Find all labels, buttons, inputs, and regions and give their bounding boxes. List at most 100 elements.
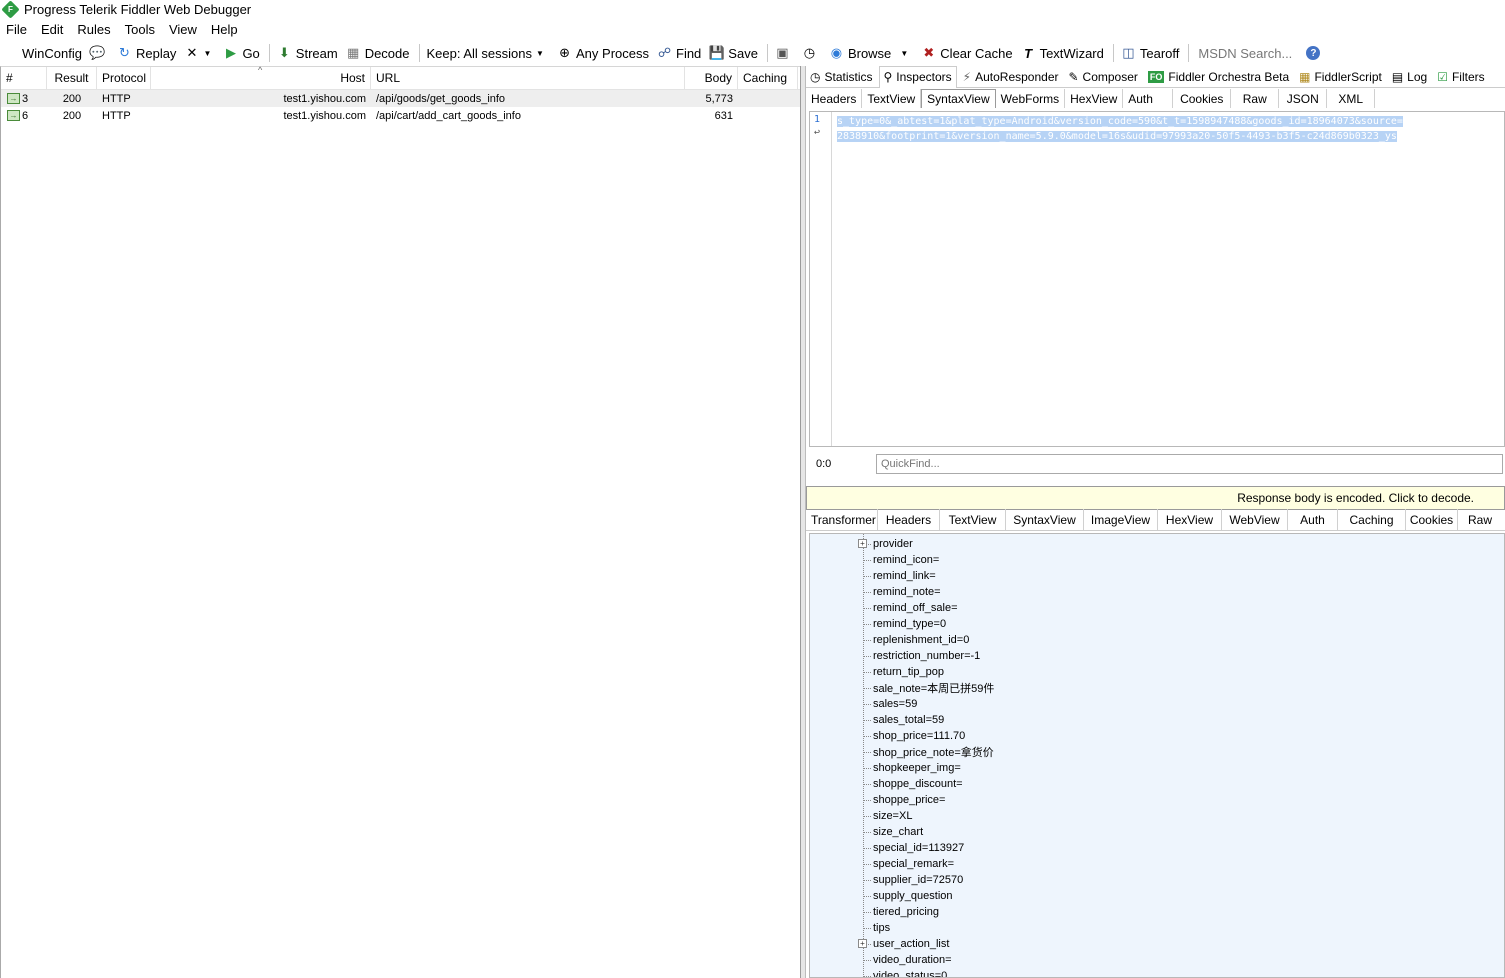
resp-tab-webview[interactable]: WebView — [1222, 509, 1288, 530]
save-button[interactable]: 💾 Save — [709, 45, 758, 61]
decode-button[interactable]: ▦ Decode — [346, 45, 409, 61]
tab-inspectors[interactable]: ⚲ Inspectors — [878, 65, 957, 88]
request-body-editor[interactable]: 1 ↩ s_type=0&_abtest=1&plat_type=Android… — [809, 111, 1505, 447]
screenshot-button[interactable]: ▣ — [775, 45, 794, 61]
menu-edit[interactable]: Edit — [41, 22, 63, 37]
any-process-button[interactable]: ⊕ Any Process — [557, 45, 649, 61]
tab-autoresponder[interactable]: ⚡ AutoResponder — [959, 66, 1063, 88]
resp-tab-caching[interactable]: Caching — [1338, 509, 1406, 530]
menu-tools[interactable]: Tools — [125, 22, 155, 37]
comment-button[interactable]: 💬 — [89, 45, 109, 61]
replay-button[interactable]: ↻ Replay — [117, 45, 176, 61]
req-tab-auth[interactable]: Auth — [1123, 89, 1174, 108]
column-result[interactable]: Result — [47, 67, 97, 89]
tree-node[interactable]: remind_note= — [810, 584, 1504, 600]
tab-fiddlerscript[interactable]: ▦ FiddlerScript — [1295, 66, 1386, 88]
tree-node[interactable]: supplier_id=72570 — [810, 872, 1504, 888]
tearoff-button[interactable]: ◫ Tearoff — [1121, 45, 1179, 61]
req-tab-webforms[interactable]: WebForms — [996, 89, 1066, 108]
resp-tab-hexview[interactable]: HexView — [1158, 509, 1222, 530]
tab-filters[interactable]: ☑ Filters — [1433, 66, 1488, 88]
tab-log[interactable]: ▤ Log — [1388, 66, 1431, 88]
column-protocol[interactable]: Protocol — [97, 67, 151, 89]
resp-tab-textview[interactable]: TextView — [940, 509, 1006, 530]
tree-node[interactable]: size=XL — [810, 808, 1504, 824]
textwizard-button[interactable]: T TextWizard — [1021, 46, 1104, 61]
tree-node[interactable]: special_id=113927 — [810, 840, 1504, 856]
tree-node[interactable]: tips — [810, 920, 1504, 936]
tree-node[interactable]: return_tip_pop — [810, 664, 1504, 680]
session-row[interactable]: → 6 200 HTTP test1.yishou.com /api/cart/a… — [1, 107, 800, 124]
clear-cache-button[interactable]: ✖ Clear Cache — [921, 45, 1012, 61]
tree-node[interactable]: remind_link= — [810, 568, 1504, 584]
sort-caret-icon: ^ — [258, 65, 263, 75]
tab-statistics[interactable]: ◷ Statistics — [806, 66, 877, 88]
tree-node[interactable]: sales_total=59 — [810, 712, 1504, 728]
winconfig-button[interactable]: WinConfig — [3, 46, 82, 61]
resp-tab-headers[interactable]: Headers — [878, 509, 940, 530]
keep-sessions-dropdown[interactable]: Keep: All sessions ▼ — [427, 46, 550, 61]
expand-icon[interactable]: + — [858, 939, 867, 948]
msdn-search-input[interactable]: MSDN Search... — [1196, 44, 1296, 62]
go-button[interactable]: ▶ Go — [223, 45, 260, 61]
tree-node[interactable]: shop_price_note=拿货价 — [810, 744, 1504, 760]
column-caching[interactable]: Caching — [738, 67, 798, 89]
menu-view[interactable]: View — [169, 22, 197, 37]
req-tab-syntaxview[interactable]: SyntaxView — [921, 89, 996, 108]
tree-node[interactable]: sales=59 — [810, 696, 1504, 712]
req-tab-cookies[interactable]: Cookies — [1173, 89, 1232, 108]
browse-button[interactable]: ◉ Browse ▼ — [829, 45, 913, 61]
session-row[interactable]: → 3 200 HTTP test1.yishou.com /api/goods/… — [1, 90, 800, 107]
req-tab-headers[interactable]: Headers — [806, 89, 863, 108]
sessions-header: # Result Protocol Host URL Body Caching … — [1, 65, 800, 90]
tree-node[interactable]: + provider — [810, 536, 1504, 552]
menu-help[interactable]: Help — [211, 22, 238, 37]
tree-node[interactable]: remind_off_sale= — [810, 600, 1504, 616]
help-icon[interactable]: ? — [1306, 46, 1321, 60]
expand-icon[interactable]: + — [858, 539, 867, 548]
menu-file[interactable]: File — [6, 22, 27, 37]
column-body[interactable]: Body — [685, 67, 738, 89]
tree-node[interactable]: sale_note=本周已拼59件 — [810, 680, 1504, 696]
tree-node[interactable]: video_status=0 — [810, 968, 1504, 977]
menu-rules[interactable]: Rules — [77, 22, 110, 37]
req-tab-hexview[interactable]: HexView — [1065, 89, 1124, 108]
resp-tab-syntaxview[interactable]: SyntaxView — [1006, 509, 1084, 530]
tab-composer[interactable]: ✎ Composer — [1064, 66, 1141, 88]
menu-bar: File Edit Rules Tools View Help — [0, 19, 252, 40]
tree-node[interactable]: + user_action_list — [810, 936, 1504, 952]
column-url[interactable]: URL — [371, 67, 685, 89]
resp-tab-transformer[interactable]: Transformer — [806, 509, 878, 530]
decode-notice-text: Response body is encoded. Click to decod… — [1237, 491, 1474, 505]
tree-node[interactable]: replenishment_id=0 — [810, 632, 1504, 648]
tree-node[interactable]: special_remark= — [810, 856, 1504, 872]
resp-tab-raw[interactable]: Raw — [1458, 509, 1502, 530]
timer-button[interactable]: ◷ — [802, 45, 821, 61]
req-tab-json[interactable]: JSON — [1279, 89, 1328, 108]
resp-tab-imageview[interactable]: ImageView — [1084, 509, 1158, 530]
remove-button[interactable]: ✕ ▼ — [184, 45, 215, 61]
stream-button[interactable]: ⬇ Stream — [277, 45, 338, 61]
tab-fiddler-orchestra[interactable]: FO Fiddler Orchestra Beta — [1144, 66, 1293, 88]
tree-node[interactable]: restriction_number=-1 — [810, 648, 1504, 664]
req-tab-raw[interactable]: Raw — [1231, 89, 1280, 108]
tree-node[interactable]: shopkeeper_img= — [810, 760, 1504, 776]
resp-tab-auth[interactable]: Auth — [1288, 509, 1338, 530]
tree-node[interactable]: shop_price=111.70 — [810, 728, 1504, 744]
req-tab-textview[interactable]: TextView — [862, 89, 922, 108]
find-button[interactable]: ☍ Find — [657, 45, 701, 61]
quickfind-input[interactable]: QuickFind... — [876, 454, 1503, 474]
tree-node[interactable]: size_chart — [810, 824, 1504, 840]
tree-node[interactable]: remind_type=0 — [810, 616, 1504, 632]
decode-notice-bar[interactable]: Response body is encoded. Click to decod… — [806, 486, 1505, 510]
resp-tab-cookies[interactable]: Cookies — [1406, 509, 1458, 530]
column-number[interactable]: # — [1, 67, 47, 89]
tree-node[interactable]: supply_question — [810, 888, 1504, 904]
tree-node[interactable]: video_duration= — [810, 952, 1504, 968]
tree-node[interactable]: tiered_pricing — [810, 904, 1504, 920]
req-tab-xml[interactable]: XML — [1327, 89, 1376, 108]
tree-node[interactable]: shoppe_price= — [810, 792, 1504, 808]
tree-node[interactable]: shoppe_discount= — [810, 776, 1504, 792]
tree-node-label: size=XL — [873, 810, 913, 822]
tree-node[interactable]: remind_icon= — [810, 552, 1504, 568]
